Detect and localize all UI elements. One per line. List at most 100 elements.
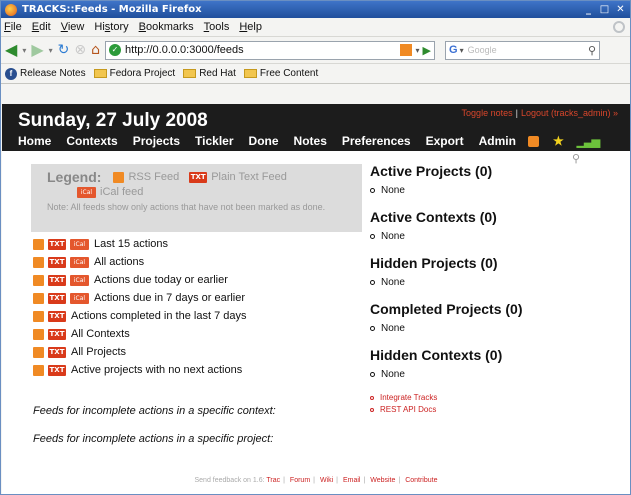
- nav-done[interactable]: Done: [249, 134, 279, 148]
- nav-tickler[interactable]: Tickler: [195, 134, 233, 148]
- nav-preferences[interactable]: Preferences: [342, 134, 411, 148]
- menu-tools[interactable]: Tools: [204, 21, 230, 33]
- close-icon[interactable]: ✕: [614, 4, 627, 16]
- bullet-icon: [370, 280, 375, 285]
- footer-forum-link[interactable]: Forum: [290, 477, 310, 484]
- folder-icon: [183, 69, 197, 78]
- feed-row: TXT iCal Last 15 actions: [33, 235, 363, 253]
- ical-icon[interactable]: iCal: [70, 256, 89, 268]
- feeds-rss-icon[interactable]: [527, 135, 539, 147]
- txt-icon[interactable]: TXT: [48, 364, 66, 376]
- txt-icon[interactable]: TXT: [48, 310, 66, 322]
- menu-bookmarks[interactable]: Bookmarks: [139, 21, 194, 33]
- ical-icon[interactable]: iCal: [70, 292, 89, 304]
- nav-notes[interactable]: Notes: [294, 134, 327, 148]
- footer-website-link[interactable]: Website: [370, 477, 395, 484]
- nav-home[interactable]: Home: [18, 134, 51, 148]
- rss-icon[interactable]: [33, 256, 44, 268]
- rss-feed-icon[interactable]: [399, 44, 412, 56]
- search-box[interactable]: G ▾ Google ⚲: [445, 40, 601, 60]
- page-viewport: Sunday, 27 July 2008 Toggle notes | Logout…: [2, 104, 630, 494]
- feed-legend: Legend: RSS Feed TXT Plain Text Feed iCa…: [31, 164, 362, 232]
- bookmark-red-hat[interactable]: Red Hat: [183, 68, 236, 79]
- feed-label: Last 15 actions: [94, 238, 168, 250]
- feed-label: Actions due today or earlier: [94, 274, 228, 286]
- menu-edit[interactable]: Edit: [32, 21, 51, 33]
- rest-api-docs-link[interactable]: REST API Docs: [370, 405, 620, 414]
- reload-icon[interactable]: ↻: [58, 40, 70, 60]
- completed-projects-title: Completed Projects (0): [370, 301, 523, 317]
- rss-icon[interactable]: [33, 274, 44, 286]
- search-input[interactable]: Google: [468, 45, 588, 55]
- bookmark-fedora-project[interactable]: Fedora Project: [93, 68, 175, 79]
- navigation-toolbar: ◀ ▾ ▶ ▾ ↻ ⊗ ⌂ ✓ http://0.0.0.0:3000/feed…: [1, 37, 630, 64]
- url-text[interactable]: http://0.0.0.0:3000/feeds: [125, 44, 400, 56]
- integrate-tracks-link[interactable]: Integrate Tracks: [370, 393, 620, 402]
- url-dropdown-icon[interactable]: ▾: [416, 46, 420, 55]
- rss-icon[interactable]: [33, 346, 44, 358]
- menu-file[interactable]: File: [4, 21, 22, 33]
- txt-icon[interactable]: TXT: [48, 292, 66, 304]
- completed-projects-item: None: [370, 323, 620, 334]
- txt-icon[interactable]: TXT: [48, 346, 66, 358]
- stats-bars-icon[interactable]: ▁▃▅: [577, 135, 600, 148]
- maximize-icon[interactable]: □: [598, 4, 611, 16]
- ical-icon[interactable]: iCal: [70, 238, 89, 250]
- feed-row: TXT All Projects: [33, 343, 363, 361]
- link-separator: |: [515, 108, 518, 118]
- search-magnifier-icon[interactable]: ⚲: [588, 44, 596, 57]
- home-icon[interactable]: ⌂: [91, 40, 100, 60]
- bookmark-free-content[interactable]: Free Content: [243, 68, 318, 79]
- menu-help[interactable]: Help: [239, 21, 262, 33]
- sidebar-links: Integrate Tracks REST API Docs: [370, 393, 620, 414]
- footer-trac-link[interactable]: Trac: [266, 477, 280, 484]
- nav-admin[interactable]: Admin: [479, 134, 516, 148]
- address-bar[interactable]: ✓ http://0.0.0.0:3000/feeds ▾ ▶: [105, 40, 436, 60]
- footer-separator: |: [363, 477, 366, 484]
- account-links: Toggle notes | Logout (tracks_admin) »: [462, 108, 618, 118]
- footer-separator: |: [283, 477, 285, 484]
- forward-arrow-icon[interactable]: ▶: [31, 40, 43, 60]
- rss-icon[interactable]: [33, 292, 44, 304]
- rss-icon[interactable]: [33, 310, 44, 322]
- bullet-icon: [370, 188, 375, 193]
- bullet-icon: [370, 407, 374, 412]
- folder-icon: [243, 69, 257, 78]
- starred-star-icon[interactable]: ★: [553, 134, 564, 148]
- nav-export[interactable]: Export: [426, 134, 464, 148]
- footer-separator: |: [336, 477, 338, 484]
- active-contexts-title: Active Contexts (0): [370, 209, 497, 225]
- go-arrow-icon[interactable]: ▶: [423, 44, 431, 57]
- back-arrow-icon[interactable]: ◀: [5, 40, 17, 60]
- logout-link[interactable]: Logout (tracks_admin) »: [521, 108, 618, 118]
- ical-icon: iCal: [77, 186, 96, 198]
- ical-icon[interactable]: iCal: [70, 274, 89, 286]
- footer-contribute-link[interactable]: Contribute: [405, 477, 437, 484]
- fedora-icon: f: [5, 67, 17, 80]
- google-engine-icon[interactable]: G: [449, 44, 458, 56]
- rss-icon[interactable]: [33, 364, 44, 376]
- footer-wiki-link[interactable]: Wiki: [320, 477, 333, 484]
- toggle-notes-link[interactable]: Toggle notes: [462, 108, 513, 118]
- txt-icon[interactable]: TXT: [48, 328, 66, 340]
- menu-history[interactable]: History: [94, 21, 128, 33]
- txt-icon[interactable]: TXT: [48, 274, 66, 286]
- nav-contexts[interactable]: Contexts: [66, 134, 117, 148]
- page-date: Sunday, 27 July 2008: [18, 110, 208, 131]
- bookmark-release-notes[interactable]: f Release Notes: [5, 67, 86, 80]
- footer-email-link[interactable]: Email: [343, 477, 361, 484]
- search-engine-dropdown-icon[interactable]: ▾: [460, 46, 464, 55]
- rss-icon[interactable]: [33, 238, 44, 250]
- stop-icon[interactable]: ⊗: [74, 40, 86, 60]
- forward-dropdown-icon[interactable]: ▾: [49, 46, 53, 55]
- txt-icon[interactable]: TXT: [48, 256, 66, 268]
- rss-icon[interactable]: [33, 328, 44, 340]
- txt-icon[interactable]: TXT: [48, 238, 66, 250]
- feed-row: TXT iCal Actions due in 7 days or earlier: [33, 289, 363, 307]
- minimize-icon[interactable]: _: [582, 4, 595, 16]
- sidebar: Active Projects (0) None Active Contexts…: [370, 163, 620, 417]
- menu-bar: File Edit View History Bookmarks Tools H…: [1, 18, 630, 37]
- menu-view[interactable]: View: [61, 21, 85, 33]
- back-dropdown-icon[interactable]: ▾: [22, 46, 26, 55]
- nav-projects[interactable]: Projects: [133, 134, 180, 148]
